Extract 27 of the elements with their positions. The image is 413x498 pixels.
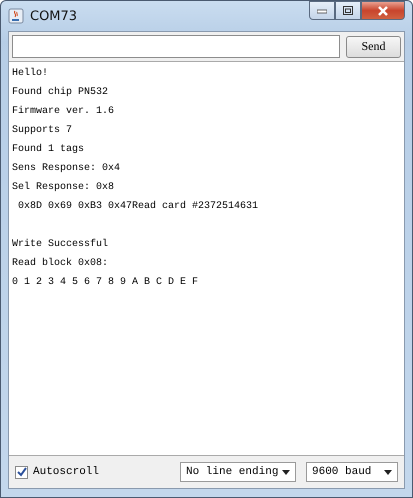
line-ending-dropdown[interactable]: No line ending [180, 462, 296, 482]
console-line: Sens Response: 0x4 [12, 162, 120, 176]
maximize-button[interactable] [335, 1, 361, 20]
send-button[interactable]: Send [346, 36, 401, 58]
console-line: Found 1 tags [12, 142, 84, 157]
console-line: Firmware ver. 1.6 [12, 104, 114, 119]
maximize-icon [343, 6, 353, 15]
coffee-cup-icon [8, 8, 24, 24]
console-line: Hello! [12, 66, 48, 81]
input-field[interactable] [12, 35, 340, 58]
close-button[interactable] [361, 1, 405, 20]
close-icon [377, 6, 389, 16]
checkbox[interactable] [15, 466, 28, 478]
minimize-icon [317, 8, 327, 14]
console-line: Read block 0x08: [12, 256, 108, 271]
console-line: 0x8D 0x69 0xB3 0x47Read card #2372514631 [17, 200, 258, 214]
autoscroll-label: Autoscroll [33, 466, 100, 478]
console-line: Supports 7 [12, 124, 72, 138]
console-line: Found chip PN532 [12, 86, 108, 100]
caret-icon [384, 470, 392, 474]
baud-dropdown[interactable]: 9600 baud [306, 462, 398, 482]
console-line: Sel Response: 0x8 [12, 180, 114, 195]
console-line: Write Successful [12, 238, 108, 252]
minimize-button[interactable] [309, 1, 335, 20]
console-line: 0 1 2 3 4 5 6 7 8 9 A B C D E F [12, 276, 198, 290]
window-title: COM73 [30, 8, 78, 24]
caret-icon [282, 470, 290, 474]
